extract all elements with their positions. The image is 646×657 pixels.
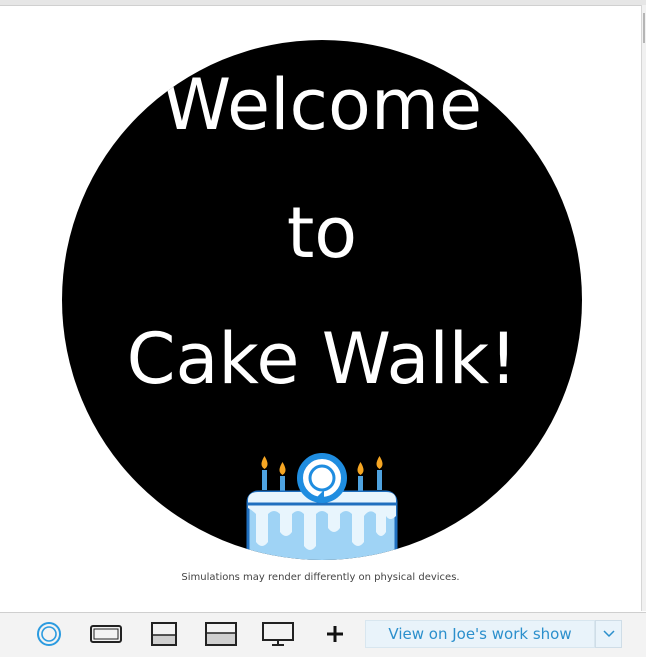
small-landscape-device-icon <box>151 622 177 646</box>
round-device-screen: Welcome to Cake Walk! <box>62 40 582 560</box>
welcome-line-3: Cake Walk! <box>126 318 518 400</box>
landscape-device-icon <box>90 625 122 643</box>
add-device-icon <box>327 626 343 642</box>
round-device-icon <box>37 622 61 646</box>
landscape-device-button[interactable] <box>89 621 123 647</box>
tv-device-button[interactable] <box>261 621 295 647</box>
view-on-device-button[interactable]: View on Joe's work show <box>365 620 595 648</box>
chevron-down-icon <box>602 630 615 638</box>
simulation-disclaimer: Simulations may render differently on ph… <box>181 572 460 583</box>
small-landscape-device-button[interactable] <box>147 621 181 647</box>
add-device-button[interactable] <box>318 621 352 647</box>
view-device-dropdown[interactable] <box>595 620 622 648</box>
device-preview: Welcome to Cake Walk! Simulations may re… <box>0 6 641 612</box>
birthday-cake-icon <box>246 453 398 560</box>
medium-landscape-device-button[interactable] <box>204 621 238 647</box>
welcome-line-2: to <box>286 192 358 274</box>
scrollbar-thumb[interactable] <box>643 13 645 43</box>
medium-landscape-device-icon <box>205 622 237 646</box>
device-toolbar: View on Joe's work show <box>0 612 646 657</box>
welcome-line-1: Welcome <box>161 64 483 146</box>
round-device-button[interactable] <box>32 621 66 647</box>
vertical-scrollbar[interactable] <box>641 5 646 611</box>
tv-device-icon <box>262 622 294 646</box>
